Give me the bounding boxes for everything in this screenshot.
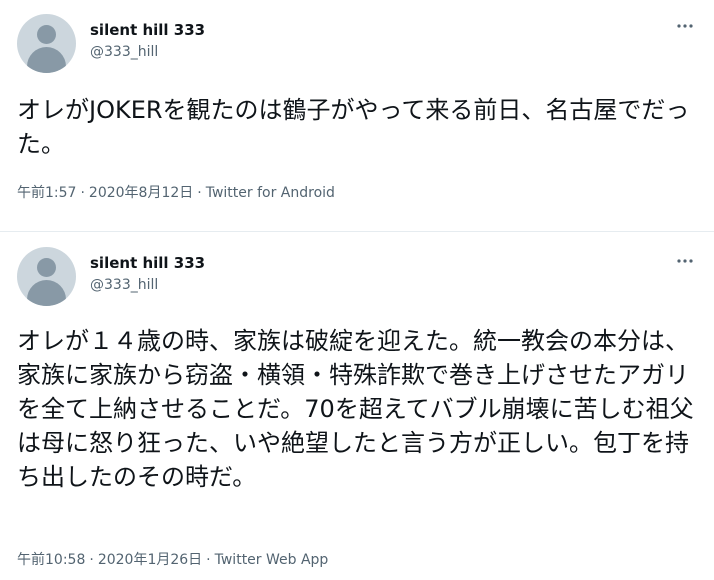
user-handle[interactable]: @333_hill (90, 44, 158, 60)
tweet-metadata: 午前1:57 · 2020年8月12日 · Twitter for Android (17, 182, 335, 202)
default-profile-icon-body (27, 47, 66, 73)
tweet-metadata: 午前10:58 · 2020年1月26日 · Twitter Web App (17, 549, 328, 569)
more-horizontal-icon (677, 24, 693, 28)
meta-separator: · (89, 552, 94, 568)
display-name[interactable]: silent hill 333 (90, 254, 205, 272)
avatar[interactable] (17, 247, 76, 306)
more-button[interactable] (672, 17, 698, 35)
default-profile-icon-body (27, 280, 66, 306)
tweet-text: オレがJOKERを観たのは鶴子がやって来る前日、名古屋でだった。 (17, 96, 690, 158)
tweet-date[interactable]: 2020年1月26日 (98, 552, 202, 568)
tweet-source-link[interactable]: Twitter Web App (215, 552, 329, 568)
meta-separator: · (80, 185, 85, 201)
tweet-card[interactable]: silent hill 333 @333_hill オレが１４歳の時、家族は破綻… (0, 232, 714, 580)
user-handle[interactable]: @333_hill (90, 277, 158, 293)
more-button[interactable] (672, 252, 698, 270)
tweet-time[interactable]: 午前1:57 (17, 185, 76, 201)
tweet-time[interactable]: 午前10:58 (17, 552, 85, 568)
more-horizontal-icon (677, 259, 693, 263)
display-name[interactable]: silent hill 333 (90, 21, 205, 39)
tweet-text: オレが１４歳の時、家族は破綻を迎えた。統一教会の本分は、家族に家族から窃盗・横領… (17, 327, 694, 491)
meta-separator: · (206, 552, 211, 568)
tweet-card[interactable]: silent hill 333 @333_hill オレがJOKERを観たのは鶴… (0, 0, 714, 232)
avatar[interactable] (17, 14, 76, 73)
default-profile-icon (37, 25, 56, 44)
default-profile-icon (37, 258, 56, 277)
tweet-date[interactable]: 2020年8月12日 (89, 185, 193, 201)
meta-separator: · (197, 185, 202, 201)
tweet-source-link[interactable]: Twitter for Android (206, 185, 335, 201)
